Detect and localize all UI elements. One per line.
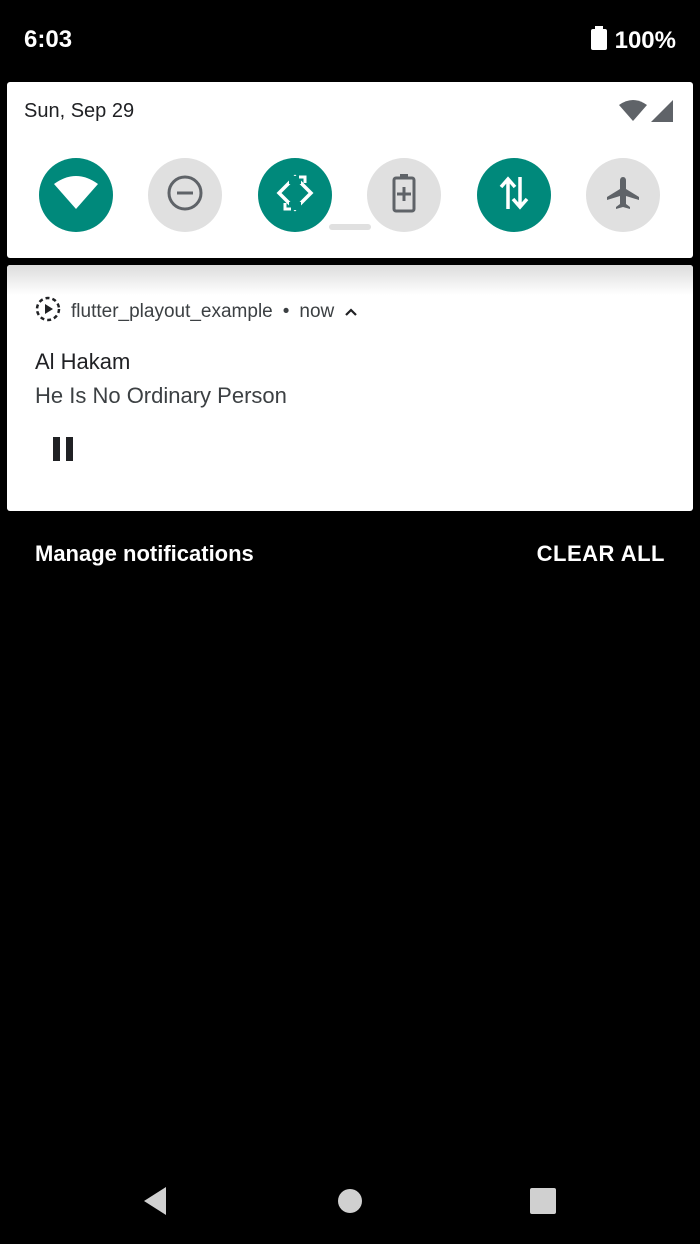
do-not-disturb-icon	[166, 174, 204, 217]
do-not-disturb-tile[interactable]	[148, 158, 222, 232]
home-icon	[337, 1188, 363, 1219]
qs-status-icons	[619, 100, 673, 127]
auto-rotate-icon	[275, 173, 315, 218]
notification-header[interactable]: flutter_playout_example • now	[35, 296, 358, 328]
wifi-icon	[54, 175, 98, 215]
media-notification[interactable]: flutter_playout_example • now Al Hakam H…	[7, 265, 693, 511]
notification-time: now	[299, 301, 335, 322]
back-button[interactable]	[128, 1176, 182, 1230]
qs-drag-handle[interactable]	[329, 224, 371, 230]
wifi-signal-icon	[619, 100, 647, 127]
status-right: 100%	[590, 26, 676, 55]
mobile-data-icon	[499, 175, 529, 216]
back-icon	[142, 1186, 168, 1221]
notification-text: He Is No Ordinary Person	[35, 383, 287, 408]
quick-settings-panel: Sun, Sep 29	[7, 82, 693, 258]
wifi-tile[interactable]	[39, 158, 113, 232]
recents-button[interactable]	[516, 1176, 570, 1230]
navigation-bar	[0, 1160, 700, 1244]
airplane-mode-tile[interactable]	[586, 158, 660, 232]
battery-saver-icon	[392, 173, 416, 218]
pause-button[interactable]	[45, 433, 81, 469]
battery-percent: 100%	[614, 26, 676, 54]
battery-saver-tile[interactable]	[367, 158, 441, 232]
cell-signal-icon	[651, 100, 673, 127]
chevron-up-icon[interactable]	[344, 301, 358, 323]
recents-icon	[530, 1187, 556, 1219]
notification-shadow	[7, 265, 693, 295]
home-button[interactable]	[323, 1176, 377, 1230]
play-circle-icon	[35, 296, 61, 328]
battery-icon	[590, 26, 607, 55]
auto-rotate-tile[interactable]	[258, 158, 332, 232]
notification-app-name: flutter_playout_example	[71, 301, 273, 322]
pause-icon	[51, 436, 75, 467]
airplane-icon	[605, 175, 641, 216]
mobile-data-tile[interactable]	[477, 158, 551, 232]
status-bar: 6:03 100%	[0, 0, 700, 82]
status-time: 6:03	[24, 26, 73, 53]
clear-all-button[interactable]: CLEAR ALL	[537, 541, 665, 567]
notification-separator: •	[282, 301, 290, 322]
qs-date[interactable]: Sun, Sep 29	[24, 100, 134, 123]
manage-notifications-button[interactable]: Manage notifications	[35, 541, 254, 567]
notification-title: Al Hakam	[35, 349, 131, 374]
